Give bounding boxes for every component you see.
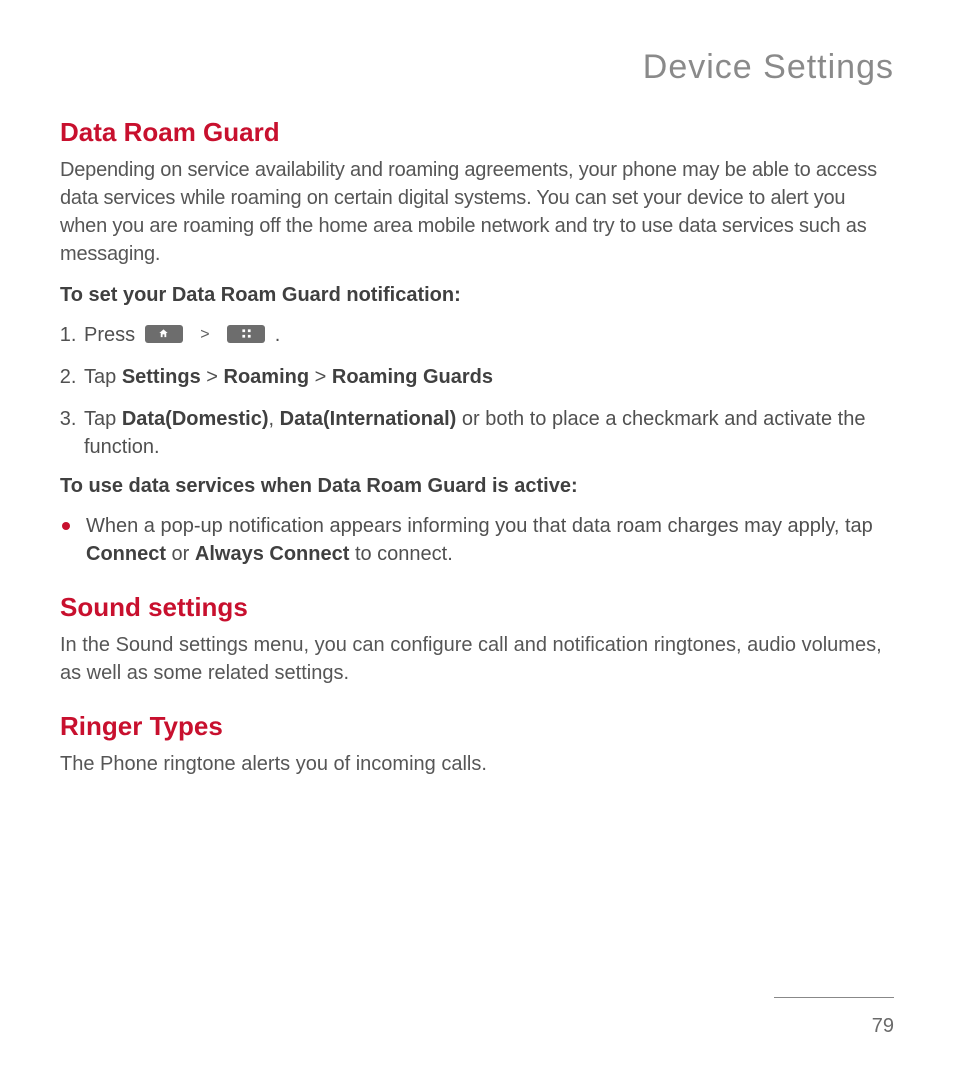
home-icon [145,325,183,343]
bullet-list: When a pop-up notification appears infor… [60,512,894,568]
body-sound-settings: In the Sound settings menu, you can conf… [60,631,894,687]
bullet-mid: or [166,543,195,565]
step-3-international: Data(International) [280,408,457,430]
subheading-use-data-services: To use data services when Data Roam Guar… [60,475,894,498]
step-2-roaming-guards: Roaming Guards [332,366,493,388]
heading-data-roam-guard: Data Roam Guard [60,117,894,148]
bullet-item: When a pop-up notification appears infor… [82,512,894,568]
page-number: 79 [872,1015,894,1038]
bullet-connect: Connect [86,543,166,565]
step-1-post: . [275,324,281,346]
heading-sound-settings: Sound settings [60,592,894,623]
steps-list: Press > . Tap Settings > Roaming > Roami… [60,321,894,461]
step-3-mid: , [269,408,280,430]
step-2-settings: Settings [122,366,201,388]
bullet-pre: When a pop-up notification appears infor… [86,515,873,537]
intro-data-roam-guard: Depending on service availability and ro… [60,156,894,268]
apps-icon [227,325,265,343]
step-2-pre: Tap [84,366,122,388]
body-ringer-types: The Phone ringtone alerts you of incomin… [60,750,894,778]
bullet-post: to connect. [349,543,452,565]
step-3: Tap Data(Domestic), Data(International) … [82,405,894,461]
chevron-right-icon: > [200,324,209,346]
bullet-always-connect: Always Connect [195,543,349,565]
page-title: Device Settings [60,48,894,87]
step-2-sep1: > [201,366,224,388]
step-2-roaming: Roaming [224,366,310,388]
step-1-pre: Press [84,324,135,346]
step-3-domestic: Data(Domestic) [122,408,269,430]
step-2: Tap Settings > Roaming > Roaming Guards [82,363,894,391]
heading-ringer-types: Ringer Types [60,711,894,742]
step-1: Press > . [82,321,894,349]
subheading-set-notification: To set your Data Roam Guard notification… [60,284,894,307]
step-2-sep2: > [309,366,332,388]
step-3-pre: Tap [84,408,122,430]
footer-rule [774,997,894,998]
